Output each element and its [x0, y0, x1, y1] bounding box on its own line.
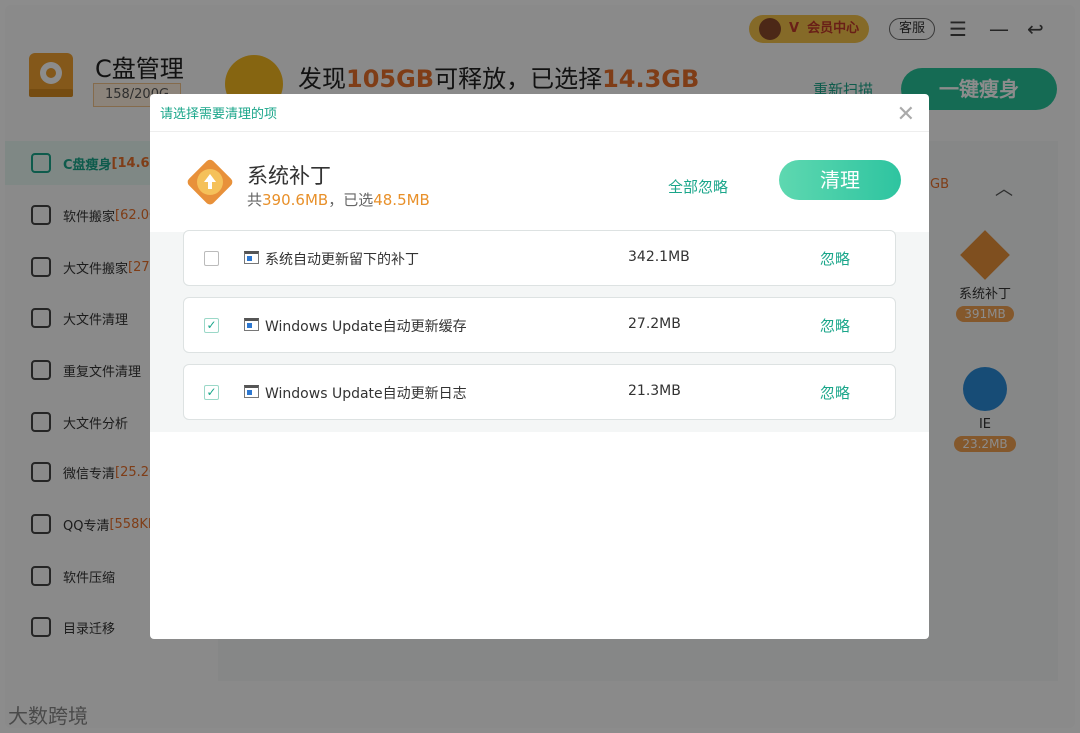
clean-select-dialog: 请选择需要清理的项 ✕ 系统补丁 共390.6MB，已选48.5MB 全部忽略 … — [150, 94, 929, 639]
item-name: Windows Update自动更新缓存 — [265, 319, 467, 335]
list-item[interactable]: 系统自动更新留下的补丁 342.1MB 忽略 — [183, 230, 896, 286]
list-item[interactable]: ✓ Windows Update自动更新日志 21.3MB 忽略 — [183, 364, 896, 420]
window-icon — [244, 385, 259, 398]
item-ignore-link[interactable]: 忽略 — [820, 248, 850, 269]
item-list: 系统自动更新留下的补丁 342.1MB 忽略 ✓ Windows Update自… — [150, 230, 929, 432]
dialog-title: 请选择需要清理的项 — [150, 94, 929, 132]
category-total: 390.6MB — [262, 191, 329, 209]
category-header: 系统补丁 共390.6MB，已选48.5MB 全部忽略 清理 — [150, 132, 929, 232]
item-name: Windows Update自动更新日志 — [265, 386, 467, 402]
window-icon — [244, 318, 259, 331]
category-name: 系统补丁 — [247, 164, 331, 188]
total-prefix: 共 — [247, 191, 263, 209]
patch-icon — [182, 154, 238, 210]
item-ignore-link[interactable]: 忽略 — [820, 315, 850, 336]
category-summary: 共390.6MB，已选48.5MB — [247, 189, 430, 210]
item-size: 21.3MB — [628, 383, 681, 399]
item-ignore-link[interactable]: 忽略 — [820, 382, 850, 403]
item-size: 27.2MB — [628, 316, 681, 332]
ignore-all-link[interactable]: 全部忽略 — [668, 176, 728, 197]
item-checkbox[interactable]: ✓ — [204, 318, 219, 333]
category-selected: 48.5MB — [373, 191, 430, 209]
selected-prefix: ，已选 — [328, 191, 374, 209]
window-icon — [244, 251, 259, 264]
list-item[interactable]: ✓ Windows Update自动更新缓存 27.2MB 忽略 — [183, 297, 896, 353]
item-name: 系统自动更新留下的补丁 — [265, 252, 419, 268]
item-checkbox[interactable]: ✓ — [204, 385, 219, 400]
close-icon[interactable]: ✕ — [897, 102, 915, 127]
item-checkbox[interactable] — [204, 251, 219, 266]
clean-button[interactable]: 清理 — [779, 160, 901, 200]
item-size: 342.1MB — [628, 249, 690, 265]
